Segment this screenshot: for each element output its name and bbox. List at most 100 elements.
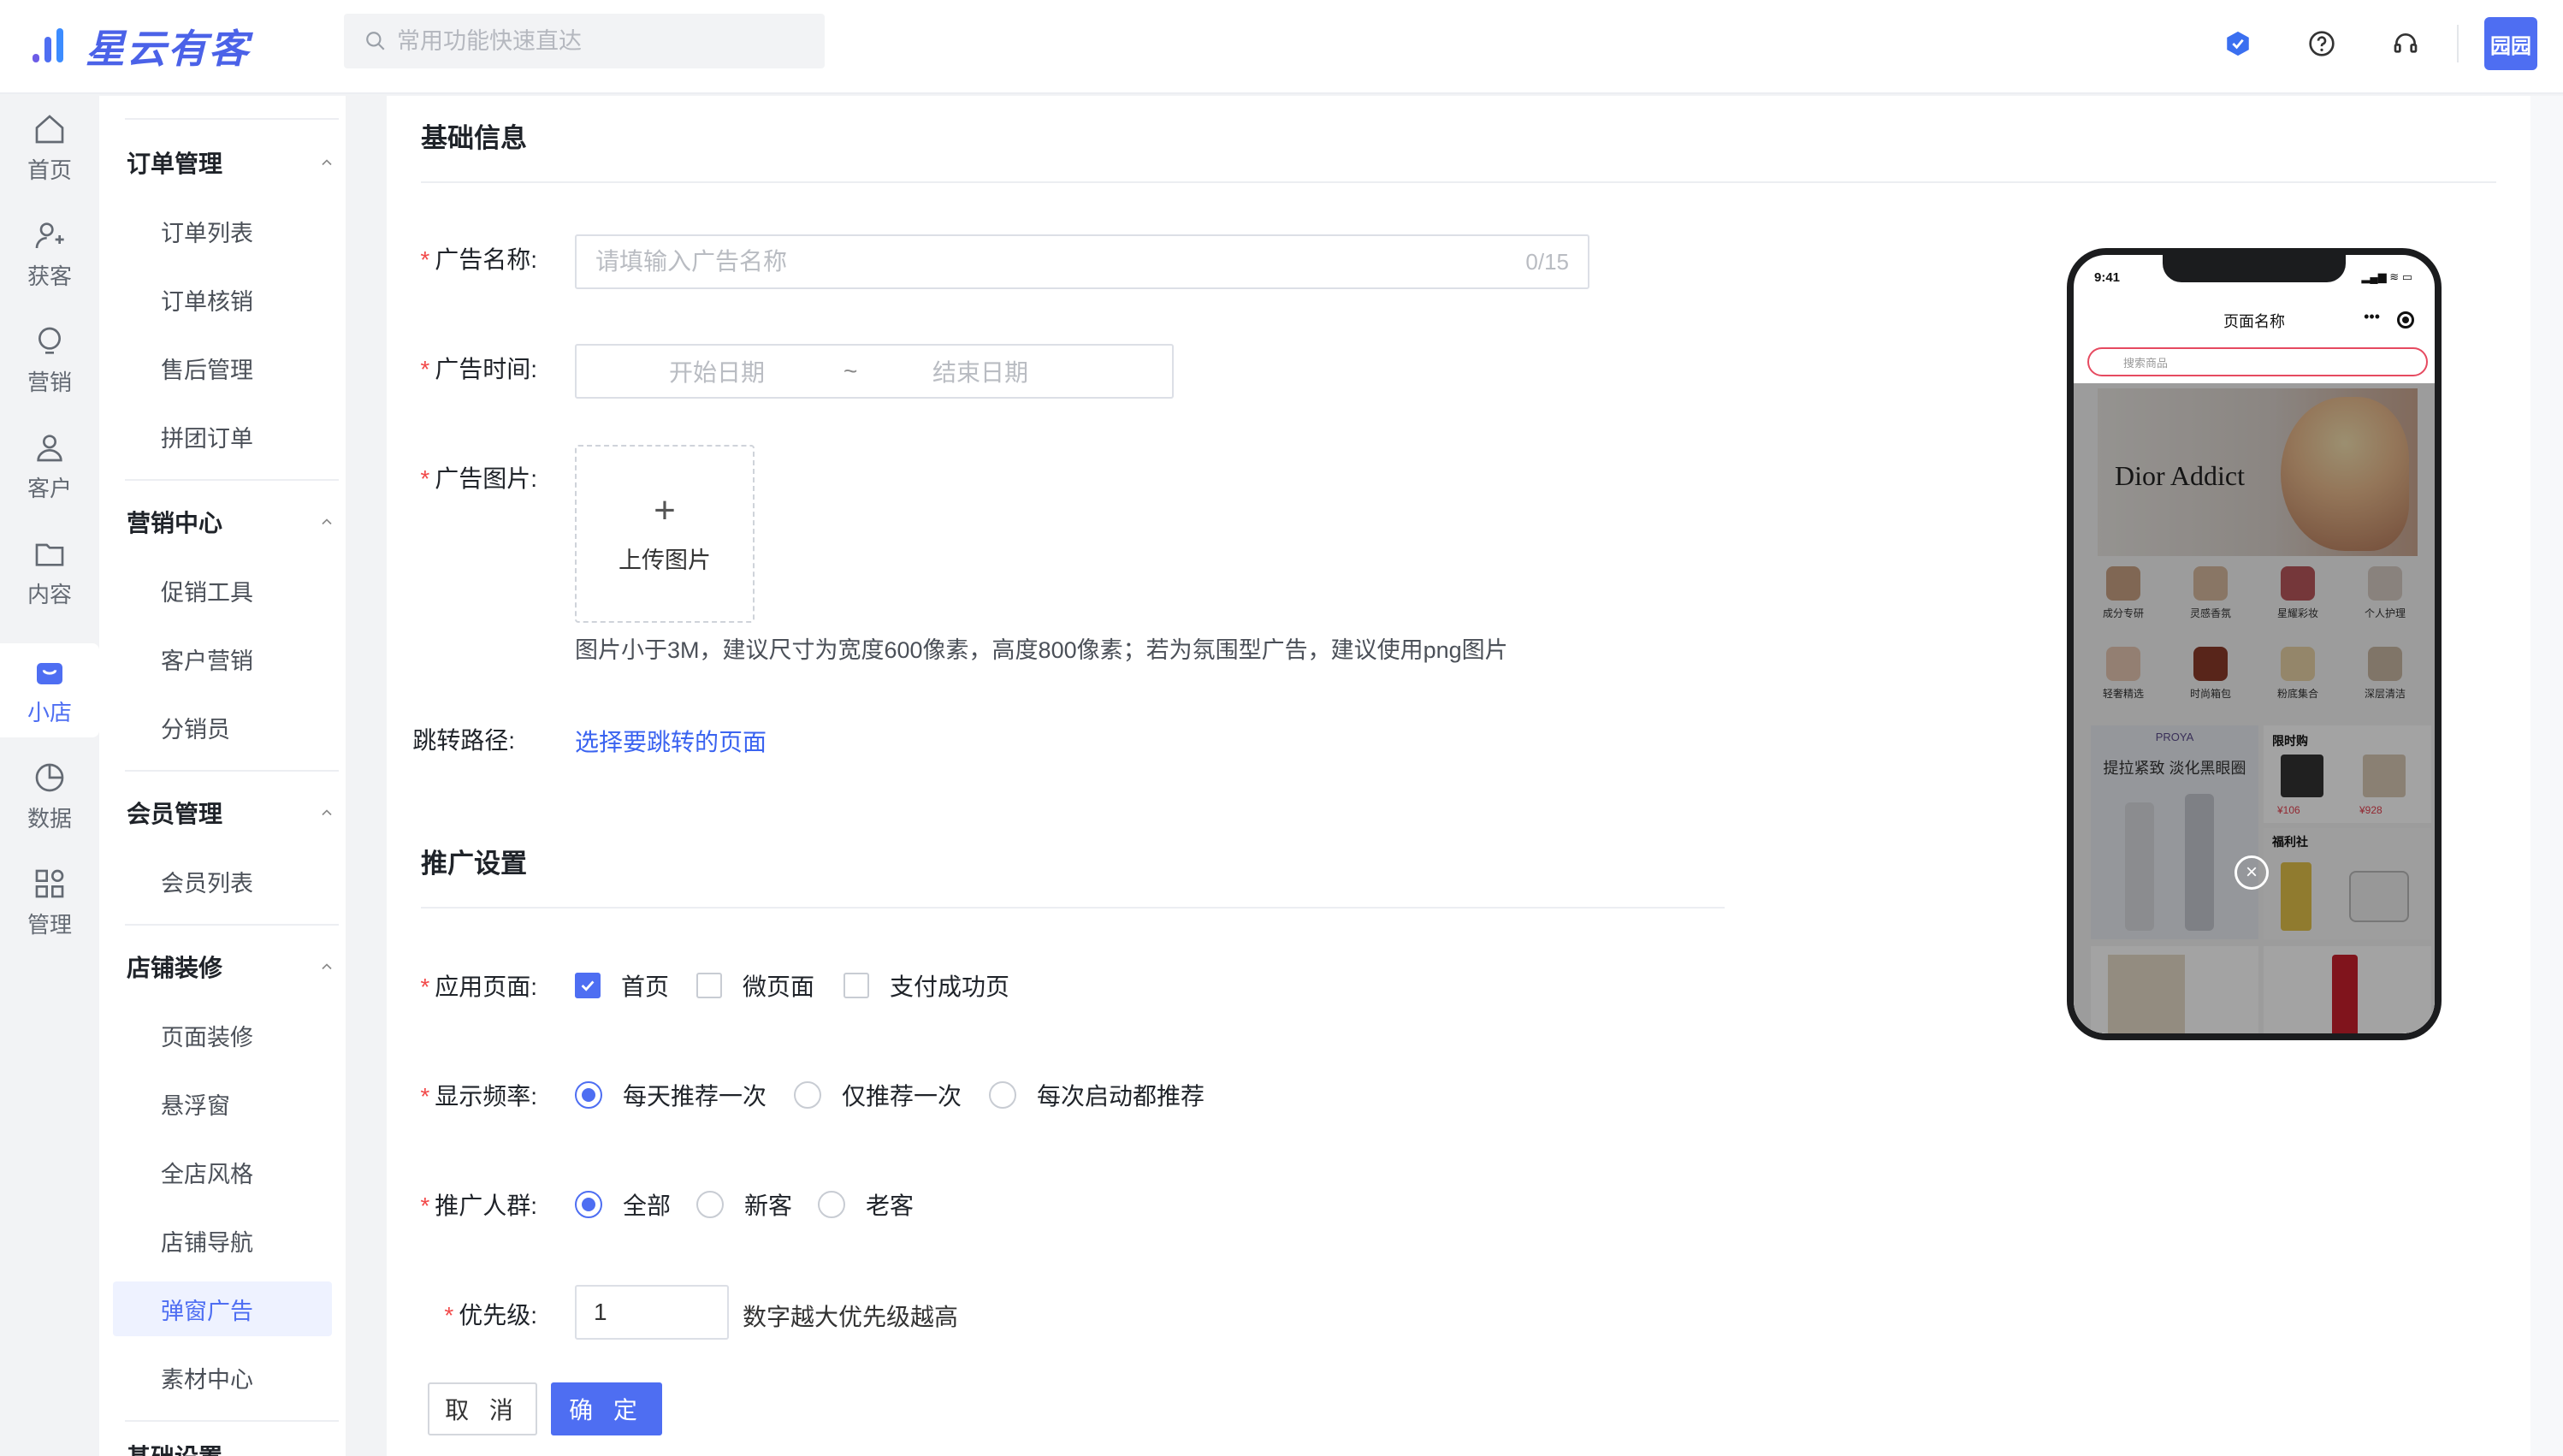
help-icon[interactable] [2305,27,2339,61]
divider [421,181,2496,183]
confirm-button[interactable]: 确 定 [551,1382,662,1435]
menu-item-after-sales[interactable]: 售后管理 [113,340,332,395]
chevron-up-icon [322,809,332,816]
frequency-label: * 显示频率: [375,1078,537,1112]
priority-input[interactable] [594,1299,713,1326]
radio[interactable] [794,1081,821,1109]
menu-item-promo-tools[interactable]: 促销工具 [113,563,332,618]
plus-icon: + [654,488,676,531]
required-mark: * [420,246,430,273]
nav-label: 小店 [27,699,72,725]
nav-customer[interactable]: 客户 [0,419,99,513]
audience-label: * 推广人群: [375,1187,537,1222]
radio-label: 全部 [623,1193,672,1219]
freq-daily-radio[interactable]: 每天推荐一次 [575,1078,767,1112]
checkbox[interactable] [843,973,869,998]
popup-close-icon[interactable]: × [2234,855,2269,890]
menu-item-store-nav[interactable]: 店铺导航 [113,1213,332,1268]
radio[interactable] [818,1191,845,1218]
page-scrollbar[interactable] [2530,96,2563,1456]
ad-name-input[interactable] [595,248,1451,275]
checkbox-label: 首页 [621,974,670,1000]
menu-group-members[interactable]: 会员管理 [127,787,340,838]
label-text: 广告名称: [435,246,537,273]
menu-item-distributors[interactable]: 分销员 [113,700,332,755]
menu-item-store-style[interactable]: 全店风格 [113,1145,332,1199]
nav-shop[interactable]: 小店 [0,643,99,737]
radio[interactable] [989,1081,1016,1109]
search-input[interactable] [397,27,808,55]
nav-content[interactable]: 内容 [0,525,99,619]
checkbox[interactable] [696,973,722,998]
divider [2457,25,2459,62]
radio-label: 仅推荐一次 [842,1083,962,1110]
start-date[interactable]: 开始日期 [669,354,765,388]
radio[interactable] [696,1191,724,1218]
user-avatar[interactable]: 园园 [2484,17,2537,70]
group-title: 基础设置 [127,1439,222,1456]
menu-item-order-verify[interactable]: 订单核销 [113,272,332,327]
phone-page-title: 页面名称 [2223,313,2285,330]
label-text: 优先级: [459,1302,537,1329]
phone-search-placeholder: 搜索商品 [2123,356,2169,370]
nav-label: 获客 [27,263,72,289]
capsule-target-icon [2397,311,2414,328]
audience-returning-radio[interactable]: 老客 [818,1187,914,1222]
nav-marketing[interactable]: 营销 [0,313,99,407]
priority-label: * 优先级: [375,1297,537,1331]
group-title: 营销中心 [127,510,223,536]
menu-item-floating-window[interactable]: 悬浮窗 [113,1076,332,1131]
apply-micro-page-checkbox[interactable]: 微页面 [696,968,814,1003]
nav-label: 管理 [27,911,72,938]
shield-badge-icon[interactable] [2221,27,2255,61]
freq-every-launch-radio[interactable]: 每次启动都推荐 [989,1078,1205,1112]
popup-overlay-mask [2074,383,2435,1033]
menu-item-order-list[interactable]: 订单列表 [113,204,332,258]
menu-item-asset-center[interactable]: 素材中心 [113,1350,332,1405]
nav-data[interactable]: 数据 [0,749,99,843]
nav-label: 内容 [27,581,72,607]
radio-selected[interactable] [575,1081,602,1109]
phone-notch [2163,255,2346,282]
menu-item-member-list[interactable]: 会员列表 [113,854,332,909]
menu-item-popup-ads[interactable]: 弹窗广告 [113,1281,332,1336]
brand-name: 星云有客 [86,27,250,71]
select-jump-page-link[interactable]: 选择要跳转的页面 [575,724,767,758]
menu-group-basic-settings[interactable]: 基础设置 [127,1439,340,1456]
menu-item-group-orders[interactable]: 拼团订单 [113,409,332,464]
brand-logo[interactable]: 星云有客 [29,19,250,74]
radio-selected[interactable] [575,1191,602,1218]
audience-all-radio[interactable]: 全部 [575,1187,671,1222]
apply-page-label: * 应用页面: [375,968,537,1003]
end-date[interactable]: 结束日期 [932,354,1028,388]
priority-field[interactable] [575,1285,729,1340]
image-upload-button[interactable]: + 上传图片 [575,445,755,623]
freq-once-radio[interactable]: 仅推荐一次 [794,1078,962,1112]
audience-new-radio[interactable]: 新客 [696,1187,792,1222]
nav-acquire[interactable]: 获客 [0,207,99,301]
checkbox-checked[interactable] [575,973,601,998]
cancel-button[interactable]: 取 消 [428,1382,537,1435]
divider [125,924,339,926]
jump-path-label: 跳转路径: [412,727,515,754]
menu-group-marketing[interactable]: 营销中心 [127,496,340,547]
search-icon [366,32,385,50]
apply-home-checkbox[interactable]: 首页 [575,968,669,1003]
group-title: 订单管理 [127,151,223,177]
apply-pay-success-checkbox[interactable]: 支付成功页 [843,968,1009,1003]
primary-nav: 首页 获客 营销 客户 内容 小店 数据 管理 [0,96,99,1456]
ad-time-label: * 广告时间: [375,351,537,385]
menu-item-page-decoration[interactable]: 页面装修 [113,1008,332,1062]
headset-icon[interactable] [2388,27,2423,61]
ad-name-field[interactable]: 0/15 [575,234,1589,289]
global-search[interactable] [344,14,825,68]
divider [421,907,1725,909]
ad-date-range[interactable]: 开始日期 ~ 结束日期 [575,344,1174,399]
more-icon: ••• [2364,308,2380,325]
nav-home[interactable]: 首页 [0,101,99,195]
menu-group-orders[interactable]: 订单管理 [127,137,340,188]
menu-item-customer-marketing[interactable]: 客户营销 [113,631,332,686]
top-bar: 星云有客 园园 [0,0,2563,94]
menu-group-decoration[interactable]: 店铺装修 [127,941,340,992]
nav-manage[interactable]: 管理 [0,855,99,950]
